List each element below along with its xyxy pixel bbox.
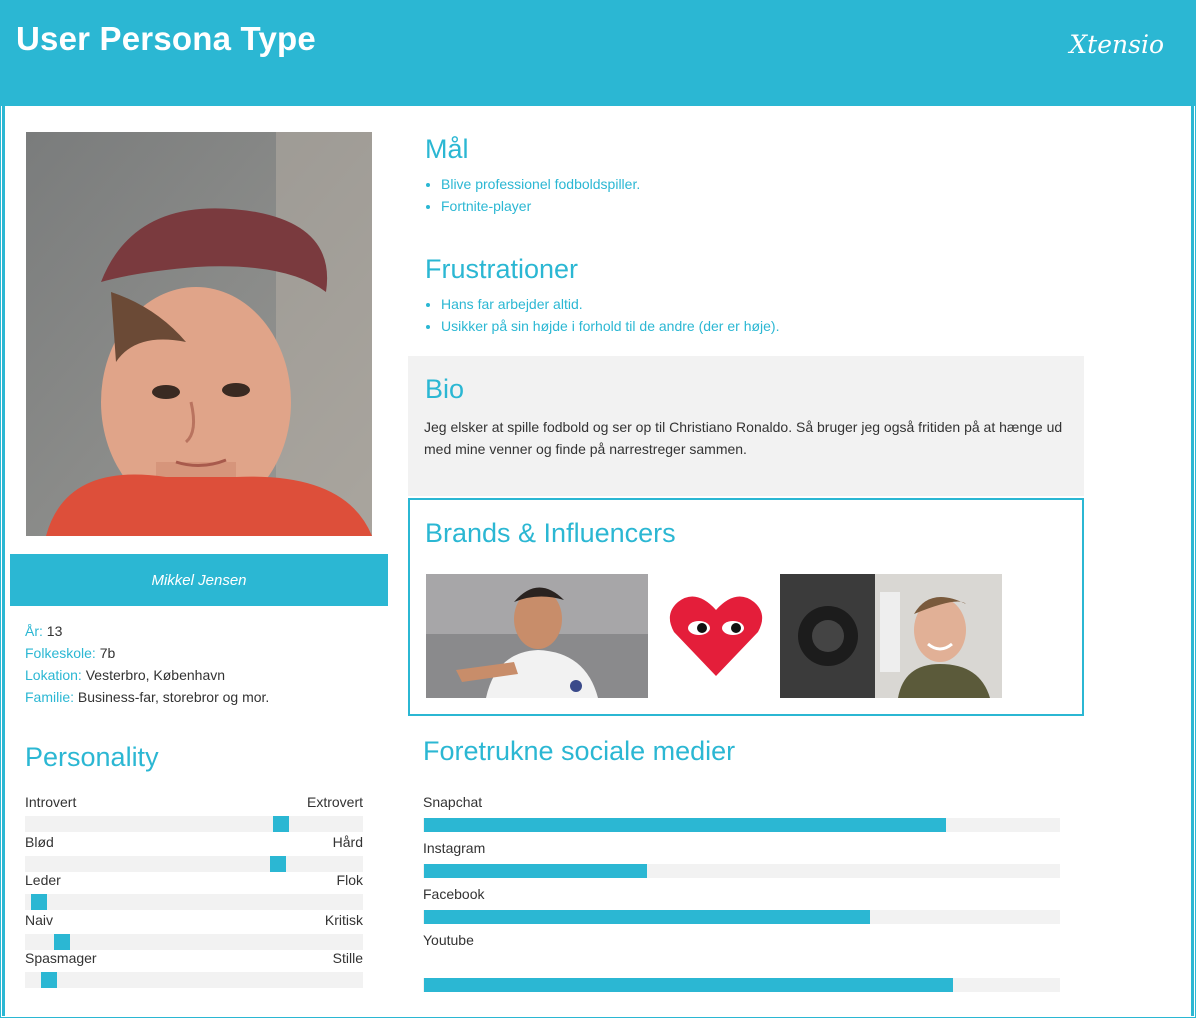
persona-photo (26, 132, 372, 536)
trait-slider-knob[interactable] (270, 856, 286, 872)
influencer-photo-footballer (426, 574, 648, 698)
trait-right-label: Hård (332, 834, 363, 850)
trait-slider-track[interactable] (25, 934, 363, 950)
social-title: Foretrukne sociale medier (423, 736, 736, 766)
trait-slider-knob[interactable] (31, 894, 47, 910)
bio-text: Jeg elsker at spille fodbold og ser op t… (424, 419, 1063, 457)
social-bar-track (423, 864, 1060, 878)
trait-slider-track[interactable] (25, 816, 363, 832)
social-bar-fill (424, 864, 647, 878)
trait-right-label: Stille (332, 950, 363, 966)
trait-slider-knob[interactable] (41, 972, 57, 988)
list-item: Usikker på sin højde i forhold til de an… (441, 315, 779, 337)
trait-right-label: Kritisk (324, 912, 363, 928)
trait-slider-track[interactable] (25, 856, 363, 872)
fact-location: Lokation: Vesterbro, København (25, 667, 226, 683)
brand-logo: Xtensio (1069, 30, 1164, 59)
social-item-snapchat: Snapchat (423, 794, 1060, 832)
social-item-facebook: Facebook (423, 886, 1060, 924)
social-label: Instagram (423, 840, 486, 856)
social-label: Youtube (423, 932, 474, 948)
social-bar-track (423, 978, 1060, 992)
persona-name: Mikkel Jensen (10, 554, 388, 606)
heart-logo-icon (666, 584, 766, 684)
social-bar-track (423, 818, 1060, 832)
trait-right-label: Extrovert (306, 794, 363, 810)
trait-left-label: Introvert (25, 794, 77, 810)
goals-list: Blive professionel fodboldspiller. Fortn… (425, 173, 640, 217)
persona-facts: År: 13 Folkeskole: 7b Lokation: Vesterbr… (25, 620, 269, 708)
trait-right-label: Flok (336, 872, 363, 888)
social-bar-fill (424, 818, 947, 832)
page-title: User Persona Type (16, 20, 316, 57)
frustrations-section: Frustrationer Hans far arbejder altid. U… (425, 254, 779, 337)
influencer-photo-youtuber (780, 574, 1002, 698)
trait-left-label: Leder (25, 872, 61, 888)
list-item: Blive professionel fodboldspiller. (441, 173, 640, 195)
goals-section: Mål Blive professionel fodboldspiller. F… (425, 134, 640, 217)
fact-family: Familie: Business-far, storebror og mor. (25, 689, 270, 705)
trait-slider-track[interactable] (25, 894, 363, 910)
fact-age: År: 13 (25, 623, 63, 639)
fact-school: Folkeskole: 7b (25, 645, 116, 661)
trait-blod-hard: Blød Hård (25, 834, 363, 872)
brands-title: Brands & Influencers (425, 518, 676, 548)
list-item: Fortnite-player (441, 195, 640, 217)
social-label: Facebook (423, 886, 485, 902)
social-bar-fill (424, 978, 953, 992)
bio-title: Bio (425, 374, 465, 404)
header: User Persona Type Xtensio (0, 0, 1196, 106)
social-bar-fill (424, 910, 870, 924)
trait-slider-track[interactable] (25, 972, 363, 988)
trait-slider-knob[interactable] (273, 816, 289, 832)
trait-slider-knob[interactable] (54, 934, 70, 950)
trait-left-label: Naiv (25, 912, 54, 928)
list-item: Hans far arbejder altid. (441, 293, 779, 315)
personality-title: Personality (25, 742, 159, 772)
trait-introvert-extrovert: Introvert Extrovert (25, 794, 363, 832)
trait-left-label: Blød (25, 834, 54, 850)
social-item-youtube: Youtube (423, 932, 1060, 992)
goals-title: Mål (425, 134, 469, 164)
trait-naiv-kritisk: Naiv Kritisk (25, 912, 363, 950)
social-item-instagram: Instagram (423, 840, 1060, 878)
trait-spasmager-stille: Spasmager Stille (25, 950, 363, 988)
social-label: Snapchat (423, 794, 483, 810)
trait-leder-flok: Leder Flok (25, 872, 363, 910)
trait-left-label: Spasmager (25, 950, 97, 966)
frustrations-title: Frustrationer (425, 254, 579, 284)
bio-section: Bio Jeg elsker at spille fodbold og ser … (408, 356, 1084, 496)
brands-section: Brands & Influencers (408, 498, 1084, 716)
frustrations-list: Hans far arbejder altid. Usikker på sin … (425, 293, 779, 337)
social-bar-track (423, 910, 1060, 924)
